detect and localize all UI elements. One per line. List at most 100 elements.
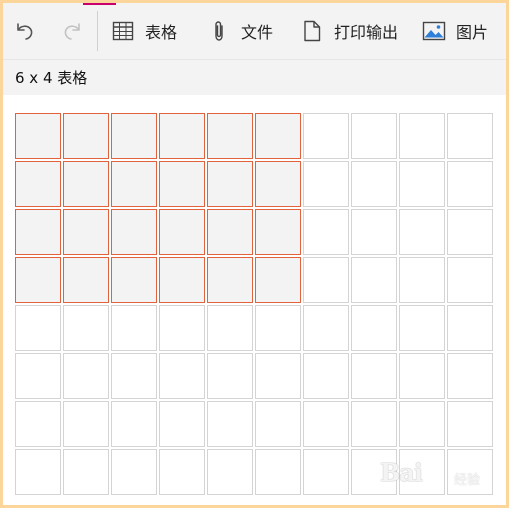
grid-cell[interactable] (111, 401, 157, 447)
grid-cell[interactable] (159, 113, 205, 159)
grid-cell[interactable] (399, 209, 445, 255)
grid-cell[interactable] (15, 353, 61, 399)
print-output-button[interactable]: 打印输出 (300, 3, 398, 59)
grid-cell[interactable] (207, 401, 253, 447)
grid-cell[interactable] (207, 161, 253, 207)
grid-cell[interactable] (207, 209, 253, 255)
grid-cell[interactable] (159, 305, 205, 351)
grid-cell[interactable] (63, 449, 109, 495)
grid-cell[interactable] (63, 401, 109, 447)
grid-cell[interactable] (207, 305, 253, 351)
grid-cell[interactable] (303, 161, 349, 207)
grid-cell[interactable] (111, 449, 157, 495)
grid-cell[interactable] (351, 401, 397, 447)
grid-cell[interactable] (111, 209, 157, 255)
grid-cell[interactable] (399, 257, 445, 303)
insert-image-label: 图片 (456, 23, 489, 42)
grid-cell[interactable] (111, 353, 157, 399)
grid-cell[interactable] (255, 353, 301, 399)
grid-cell[interactable] (447, 161, 493, 207)
grid-cell[interactable] (447, 353, 493, 399)
toolbar: 表格 文件 打印输出 图片 (3, 3, 506, 59)
grid-cell[interactable] (207, 449, 253, 495)
redo-button[interactable] (58, 3, 88, 59)
grid-cell[interactable] (303, 449, 349, 495)
grid-cell[interactable] (159, 257, 205, 303)
grid-cell[interactable] (255, 401, 301, 447)
insert-file-button[interactable]: 文件 (207, 3, 273, 59)
grid-cell[interactable] (351, 257, 397, 303)
insert-file-label: 文件 (241, 23, 274, 42)
grid-cell[interactable] (111, 257, 157, 303)
grid-cell[interactable] (351, 449, 397, 495)
grid-cell[interactable] (15, 113, 61, 159)
grid-cell[interactable] (447, 209, 493, 255)
grid-cell[interactable] (63, 209, 109, 255)
toolbar-separator (97, 11, 98, 51)
undo-icon (17, 23, 33, 40)
grid-cell[interactable] (447, 401, 493, 447)
grid-cell[interactable] (63, 305, 109, 351)
grid-cell[interactable] (303, 113, 349, 159)
grid-cell[interactable] (447, 305, 493, 351)
grid-cell[interactable] (15, 209, 61, 255)
grid-cell[interactable] (63, 353, 109, 399)
insert-image-button[interactable]: 图片 (422, 3, 488, 59)
grid-cell[interactable] (399, 401, 445, 447)
grid-cell[interactable] (63, 257, 109, 303)
grid-cell[interactable] (111, 305, 157, 351)
grid-cell[interactable] (447, 449, 493, 495)
grid-cell[interactable] (255, 113, 301, 159)
grid-cell[interactable] (15, 305, 61, 351)
grid-cell[interactable] (159, 209, 205, 255)
table-insert-window: 表格 文件 打印输出 图片 6 x 4 表格 Bai 经验 (0, 0, 509, 508)
grid-cell[interactable] (159, 449, 205, 495)
grid-cell[interactable] (255, 449, 301, 495)
insert-table-button[interactable]: 表格 (111, 3, 177, 59)
grid-cell[interactable] (351, 305, 397, 351)
grid-cell[interactable] (351, 161, 397, 207)
grid-cell[interactable] (159, 161, 205, 207)
grid-cell[interactable] (15, 401, 61, 447)
grid-cell[interactable] (111, 161, 157, 207)
grid-cell[interactable] (255, 161, 301, 207)
grid-cell[interactable] (255, 209, 301, 255)
grid-cell[interactable] (63, 113, 109, 159)
undo-button[interactable] (9, 3, 39, 59)
grid-cell[interactable] (207, 353, 253, 399)
grid-cell[interactable] (15, 161, 61, 207)
grid-cell[interactable] (399, 353, 445, 399)
grid-cell[interactable] (303, 257, 349, 303)
grid-cell[interactable] (351, 113, 397, 159)
grid-cell[interactable] (447, 113, 493, 159)
grid-cell[interactable] (111, 113, 157, 159)
grid-cell[interactable] (303, 209, 349, 255)
table-size-grid[interactable] (15, 113, 495, 497)
print-output-label: 打印输出 (334, 23, 399, 42)
picture-icon (422, 21, 446, 41)
grid-cell[interactable] (207, 113, 253, 159)
grid-cell[interactable] (351, 209, 397, 255)
grid-cell[interactable] (399, 113, 445, 159)
grid-cell[interactable] (255, 257, 301, 303)
grid-cell[interactable] (15, 257, 61, 303)
grid-cell[interactable] (303, 401, 349, 447)
grid-cell[interactable] (63, 161, 109, 207)
grid-cell[interactable] (303, 353, 349, 399)
grid-cell[interactable] (399, 161, 445, 207)
grid-cell[interactable] (399, 305, 445, 351)
grid-cell[interactable] (159, 401, 205, 447)
selection-size-bar: 6 x 4 表格 (3, 59, 506, 95)
grid-cell[interactable] (351, 353, 397, 399)
grid-cell[interactable] (159, 353, 205, 399)
grid-cell[interactable] (399, 449, 445, 495)
grid-cell[interactable] (303, 305, 349, 351)
insert-table-label: 表格 (145, 23, 178, 42)
grid-cell[interactable] (15, 449, 61, 495)
document-icon (304, 20, 321, 42)
redo-icon (64, 23, 80, 40)
grid-cell[interactable] (207, 257, 253, 303)
table-icon (112, 21, 134, 41)
grid-cell[interactable] (255, 305, 301, 351)
grid-cell[interactable] (447, 257, 493, 303)
